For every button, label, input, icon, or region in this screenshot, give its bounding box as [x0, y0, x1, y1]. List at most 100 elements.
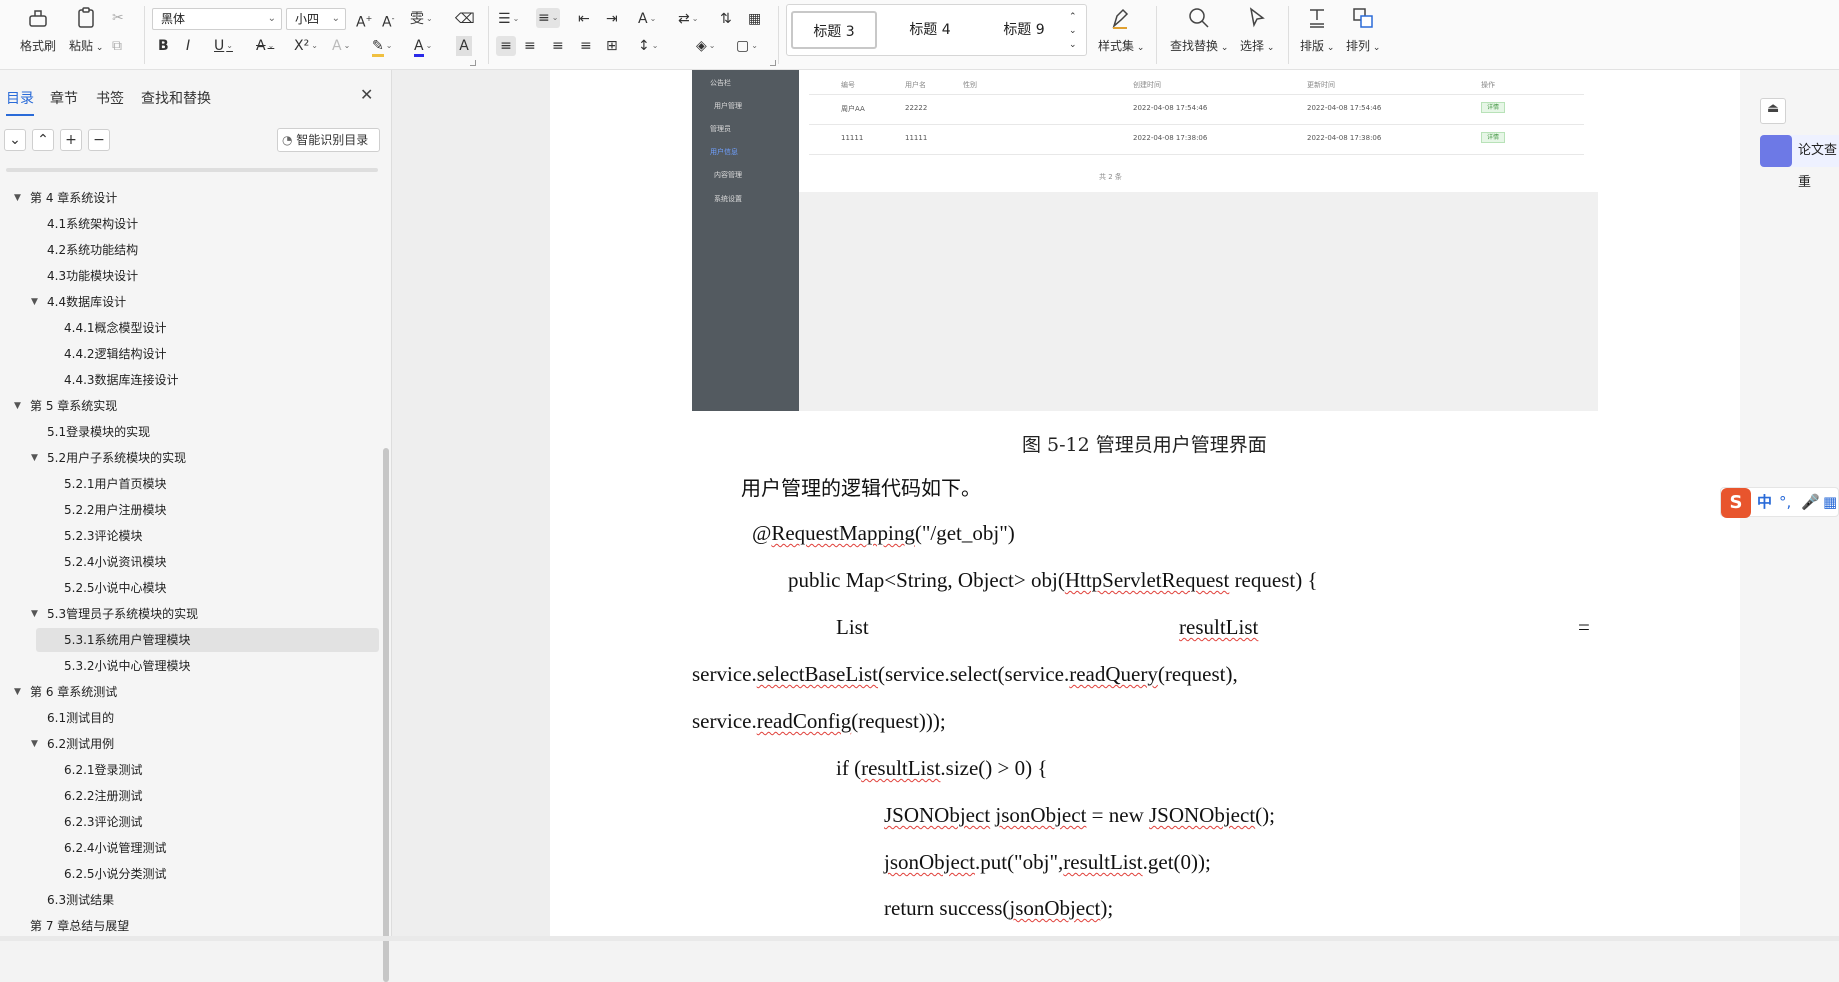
toc-item-label: 6.1测试目的 [47, 711, 115, 725]
keyboard-icon[interactable]: ▦ [1823, 488, 1837, 516]
clear-format-icon[interactable]: ⌫ [455, 9, 475, 29]
code-line: service.selectBaseList(service.select(se… [692, 662, 1238, 686]
expand-triangle-icon[interactable]: ▼ [31, 290, 38, 314]
strikethrough-icon[interactable]: A ⌄ [256, 36, 274, 56]
tab-toc[interactable]: 目录 [6, 88, 34, 116]
tab-bookmarks[interactable]: 书签 [96, 88, 124, 108]
expand-triangle-icon[interactable]: ▼ [14, 394, 21, 418]
phonetic-icon[interactable]: 雯 ⌄ [410, 9, 433, 29]
code-line: return success(jsonObject); [884, 896, 1114, 920]
justify-icon[interactable]: ≡ [580, 36, 592, 56]
collapse-icon[interactable]: ⌄ [4, 129, 26, 151]
punctuation-icon[interactable]: °, [1779, 488, 1791, 516]
paper-check-button[interactable]: 论文查重 [1760, 135, 1839, 190]
ime-toolbar[interactable]: S 中 °, 🎤 ▦ [1720, 487, 1839, 518]
line-spacing-icon[interactable]: ↕ ⌄ [638, 36, 658, 56]
code-line: @RequestMapping("/get_obj") [752, 521, 1015, 545]
brush-icon [29, 10, 47, 27]
collapse-panel-button[interactable]: ⏏ [1760, 98, 1786, 124]
paste-button[interactable]: 粘贴 ⌄ [69, 6, 103, 54]
border-icon[interactable]: ▢ ⌄ [736, 36, 758, 56]
figure-header: 更新时间 [1307, 81, 1335, 89]
grow-font-icon[interactable]: A+ [356, 9, 372, 33]
distribute-icon[interactable]: ⊞ [606, 36, 618, 56]
font-size-select[interactable]: 小四 ⌄ [286, 8, 346, 30]
gallery-more-icon[interactable]: ⌄ [1069, 35, 1077, 55]
text-effect-icon[interactable]: A ⌄ [332, 36, 350, 56]
numbering-icon[interactable]: ≡ ⌄ [536, 8, 561, 28]
expand-triangle-icon[interactable]: ▼ [31, 602, 38, 626]
navigation-pane: 目录 章节 书签 查找和替换 ✕ ⌄ ⌃ + − ◔ 智能识别目录 ▼ 第 4 章… [0, 70, 392, 982]
toc-item-label: 6.2.1登录测试 [64, 763, 143, 777]
align-right-icon[interactable]: ≡ [552, 36, 564, 56]
find-replace-button[interactable]: 查找替换 ⌄ [1170, 6, 1228, 54]
figure-sidebar: 公告栏 用户管理 管理员 用户信息 内容管理 系统设置 [692, 70, 799, 411]
align-left-icon[interactable]: ≡ [496, 36, 516, 56]
expand-triangle-icon[interactable]: ▼ [31, 446, 38, 470]
close-pane-icon[interactable]: ✕ [360, 85, 373, 104]
select-button[interactable]: 选择 ⌄ [1240, 6, 1274, 54]
bullets-icon[interactable]: ☰ ⌄ [498, 9, 519, 29]
toc-item-label: 4.1系统架构设计 [47, 217, 139, 231]
text-direction-icon[interactable]: A ⌄ [638, 9, 656, 29]
bold-icon[interactable]: B [158, 36, 169, 56]
style-set-label: 样式集 [1098, 39, 1135, 53]
toc-item-label: 5.2.3评论模块 [64, 529, 143, 543]
toc-item-label: 4.4.2逻辑结构设计 [64, 347, 167, 361]
shading-icon[interactable]: ◈ ⌄ [696, 36, 715, 56]
figure-header: 创建时间 [1133, 81, 1161, 89]
style-heading-9[interactable]: 标题 9 [981, 11, 1067, 49]
highlight-icon[interactable]: ✎ ⌄ [372, 36, 392, 57]
figure-cell: 2022-04-08 17:38:06 [1307, 134, 1382, 142]
shrink-font-icon[interactable]: A- [382, 9, 394, 33]
expand-up-icon[interactable]: ⌃ [32, 129, 54, 151]
code-line: = [1578, 615, 1590, 639]
add-item-icon[interactable]: + [60, 129, 82, 151]
tab-find-replace[interactable]: 查找和替换 [141, 88, 211, 108]
layout-button[interactable]: 排版 ⌄ [1300, 6, 1334, 54]
figure-cell: 11111 [841, 134, 864, 142]
toc-item-label: 5.3.2小说中心管理模块 [64, 659, 191, 673]
increase-indent-icon[interactable]: ⇥ [606, 9, 618, 29]
sort-icon[interactable]: ⇅ [720, 9, 732, 29]
align-center-icon[interactable]: ≡ [524, 36, 536, 56]
toc-item[interactable]: 5.3.1系统用户管理模块 [36, 628, 379, 652]
arrange-button[interactable]: 排列 ⌄ [1346, 6, 1380, 54]
code-line: if (resultList.size() > 0) { [836, 756, 1048, 780]
underline-icon[interactable]: U ⌄ [214, 36, 233, 56]
style-heading-3[interactable]: 标题 3 [791, 11, 877, 49]
font-color-icon[interactable]: A ⌄ [414, 36, 432, 57]
expand-triangle-icon[interactable]: ▼ [14, 186, 21, 210]
pen-icon [1112, 8, 1129, 29]
style-heading-4[interactable]: 标题 4 [887, 11, 973, 49]
table-icon[interactable]: ▦ [748, 9, 761, 29]
decrease-indent-icon[interactable]: ⇤ [578, 9, 590, 29]
figure-cell: 2022-04-08 17:38:06 [1133, 134, 1208, 142]
toc-item-label: 6.2.5小说分类测试 [64, 867, 167, 881]
ime-logo-icon: S [1721, 488, 1751, 518]
toc-item-label: 5.1登录模块的实现 [47, 425, 151, 439]
format-painter-button[interactable]: 格式刷 [20, 6, 56, 54]
microphone-icon[interactable]: 🎤 [1801, 488, 1820, 516]
smart-toc-button[interactable]: ◔ 智能识别目录 [277, 128, 380, 152]
copy-icon[interactable]: ⧉ [112, 36, 122, 56]
figure-sidebar-item: 管理员 [710, 125, 731, 133]
style-set-button[interactable]: 样式集 ⌄ [1098, 6, 1144, 54]
italic-icon[interactable]: I [186, 36, 190, 56]
tab-chapters[interactable]: 章节 [50, 88, 78, 108]
superscript-icon[interactable]: X² ⌄ [294, 36, 318, 56]
arrange-label: 排列 [1346, 39, 1371, 53]
line-break-icon[interactable]: ⇄ ⌄ [678, 9, 698, 29]
toc-item-label: 5.2.1用户首页模块 [64, 477, 167, 491]
toc-scrollbar[interactable] [383, 448, 389, 982]
cut-icon[interactable]: ✂ [112, 8, 124, 28]
horizontal-scrollbar[interactable] [0, 936, 1839, 941]
font-name-select[interactable]: 黑体 ⌄ [152, 8, 282, 30]
expand-triangle-icon[interactable]: ▼ [14, 680, 21, 704]
font-name-value: 黑体 [161, 12, 186, 26]
char-shading-icon[interactable]: A [456, 36, 472, 56]
expand-triangle-icon[interactable]: ▼ [31, 732, 38, 756]
arrange-icon [1353, 8, 1373, 28]
remove-item-icon[interactable]: − [88, 129, 110, 151]
paper-check-label: 论文查重 [1798, 143, 1838, 190]
